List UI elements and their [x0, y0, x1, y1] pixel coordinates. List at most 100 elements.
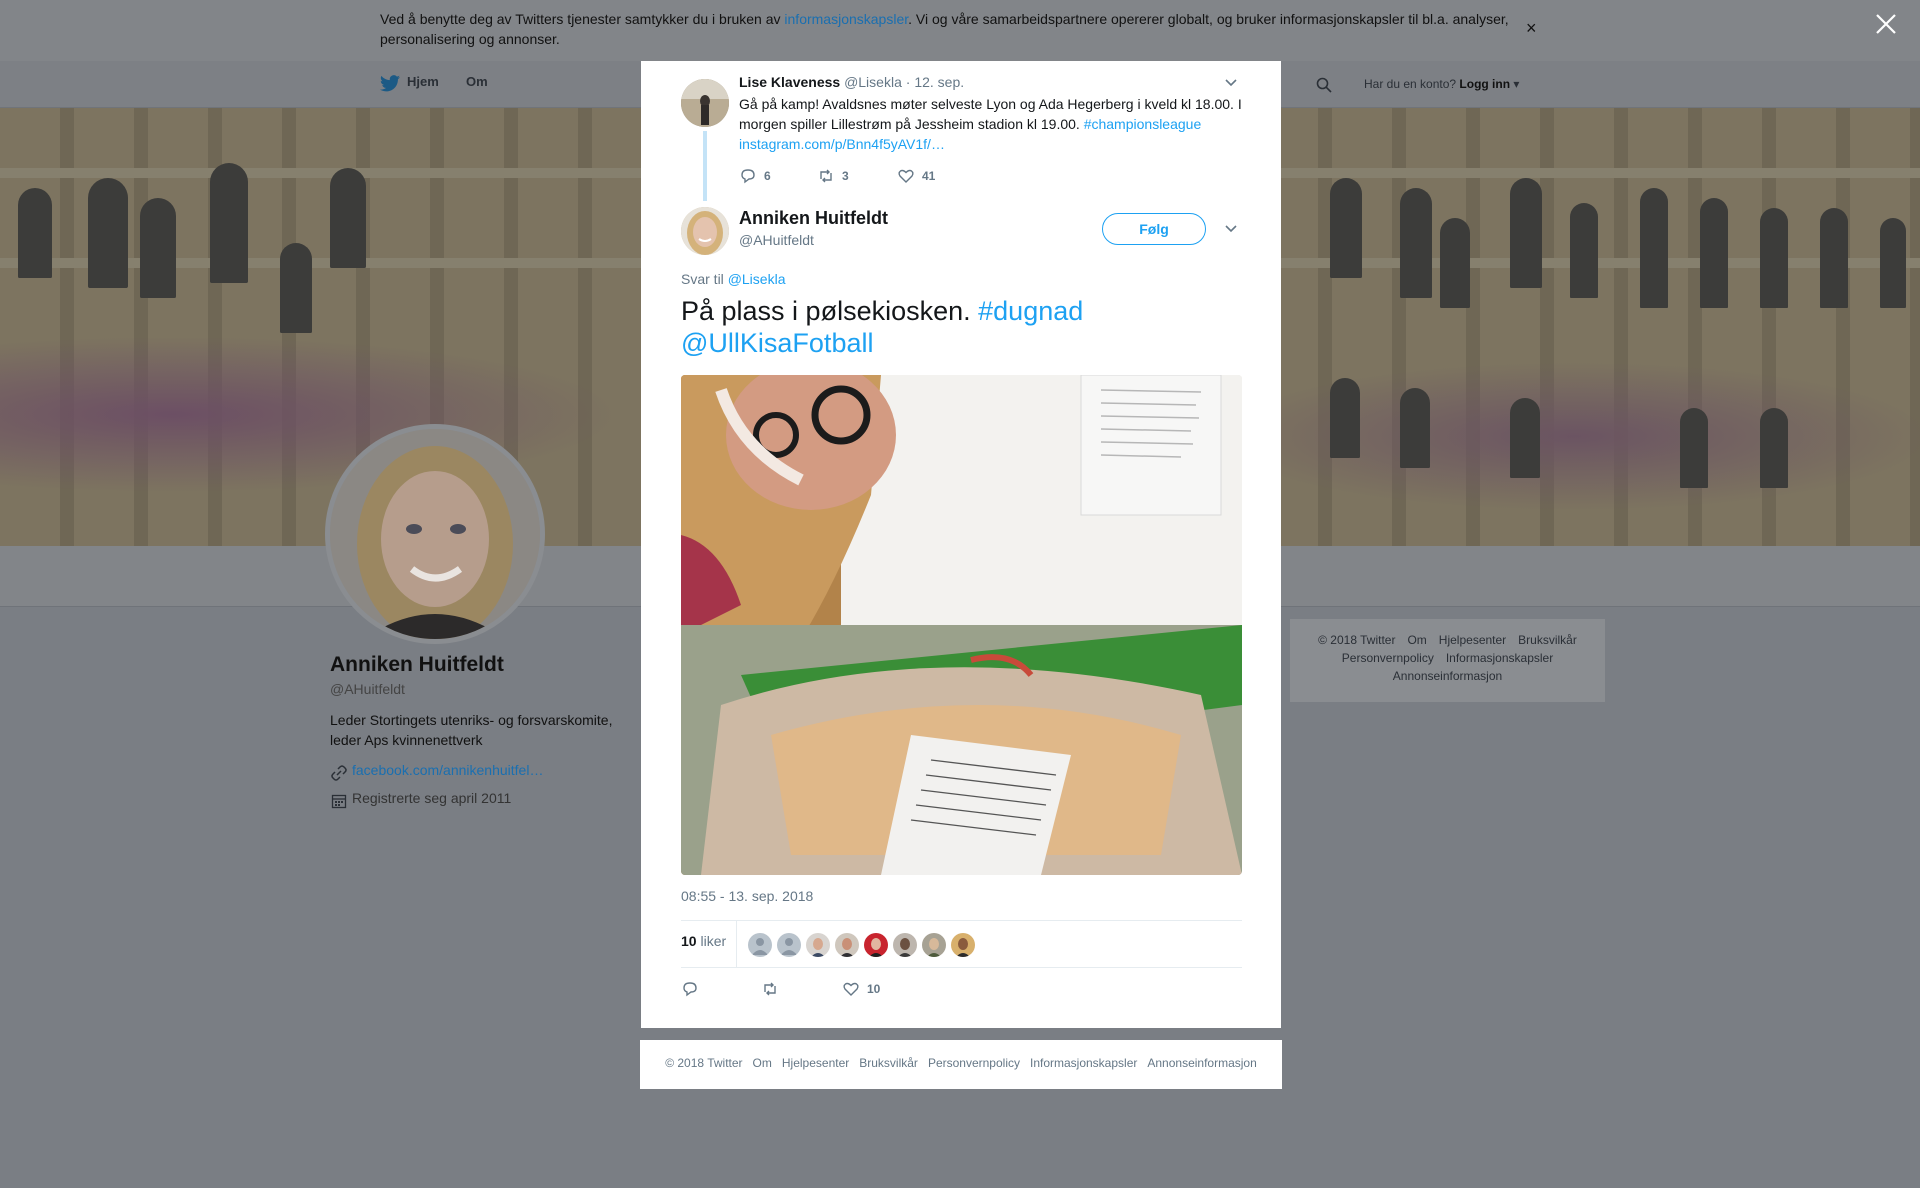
- banner-window: [18, 188, 52, 278]
- nav-about[interactable]: Om: [466, 74, 488, 89]
- banner-window: [1760, 208, 1788, 308]
- banner-window: [88, 178, 128, 288]
- liker-avatar[interactable]: [835, 933, 859, 957]
- login-prompt: Har du en konto? Logg inn ▾: [1364, 77, 1519, 91]
- parent-tweet-avatar[interactable]: [681, 79, 729, 127]
- banner-window: [1680, 408, 1708, 488]
- tweet-text: På plass i pølsekiosken. #dugnad @UllKis…: [681, 295, 1241, 359]
- banner-window: [210, 163, 248, 283]
- cookie-close-button[interactable]: ×: [1526, 18, 1537, 39]
- reply-button[interactable]: 6: [739, 166, 771, 186]
- footer-link-ads-info[interactable]: Annonseinformasjon: [1393, 669, 1502, 683]
- reply-button[interactable]: [681, 979, 699, 999]
- avatar-photo: [869, 938, 883, 957]
- tweet-photo-image: [681, 375, 1242, 875]
- profile-bio: Leder Stortingets utenriks- og forsvarsk…: [330, 712, 613, 748]
- tweet-actions: 10: [681, 979, 981, 999]
- tweet-author-handle[interactable]: @AHuitfeldt: [739, 232, 814, 248]
- likes-stat-count: 10: [681, 933, 697, 949]
- retweet-button[interactable]: 3: [817, 166, 849, 186]
- modal-footer: © 2018 Twitter Om Hjelpesenter Bruksvilkår P…: [640, 1040, 1282, 1089]
- tweet-author-avatar[interactable]: [681, 207, 729, 255]
- profile-name: Anniken Huitfeldt: [330, 653, 504, 676]
- search-icon[interactable]: [1316, 77, 1332, 93]
- instagram-link[interactable]: instagram.com/p/Bnn4f5yAV1f/…: [739, 136, 945, 152]
- parent-author-name[interactable]: Lise Klaveness: [739, 74, 840, 90]
- footer-link-privacy[interactable]: Personvernpolicy: [928, 1056, 1020, 1070]
- banner-window: [1440, 218, 1470, 308]
- footer-link-about[interactable]: Om: [1407, 633, 1426, 647]
- chevron-down-icon[interactable]: [1224, 75, 1238, 89]
- hashtag-link[interactable]: #championsleague: [1084, 116, 1202, 132]
- liker-avatar[interactable]: [951, 933, 975, 957]
- parent-author-handle[interactable]: @Lisekla: [844, 74, 902, 90]
- retweet-icon: [764, 982, 776, 996]
- profile-avatar[interactable]: [325, 424, 545, 644]
- retweet-button[interactable]: [761, 979, 779, 999]
- footer-link-help[interactable]: Hjelpesenter: [1439, 633, 1506, 647]
- heart-icon: [898, 169, 914, 183]
- likes-stat[interactable]: 10 liker: [681, 933, 726, 949]
- reply-icon: [741, 169, 755, 184]
- twitter-bird-icon[interactable]: [380, 75, 400, 92]
- banner-window: [1700, 198, 1728, 308]
- banner-window: [1330, 378, 1360, 458]
- banner-window: [1510, 398, 1540, 478]
- footer-link-terms[interactable]: Bruksvilkår: [1518, 633, 1577, 647]
- liker-avatar[interactable]: [748, 933, 772, 957]
- mention-link[interactable]: @UllKisaFotball: [681, 328, 873, 358]
- avatar-photo: [840, 938, 854, 957]
- liker-avatar[interactable]: [864, 933, 888, 957]
- reply-to-handle[interactable]: @Lisekla: [728, 271, 786, 287]
- banner-window: [280, 243, 312, 333]
- liker-avatar[interactable]: [777, 933, 801, 957]
- footer-link-ads-info[interactable]: Annonseinformasjon: [1147, 1056, 1256, 1070]
- tweet-photo[interactable]: [681, 375, 1242, 875]
- avatar-photo: [898, 938, 912, 957]
- footer-link-about[interactable]: Om: [753, 1056, 772, 1070]
- login-question: Har du en konto?: [1364, 77, 1457, 91]
- default-avatar-icon: [752, 938, 768, 955]
- reply-to-prefix: Svar til: [681, 271, 728, 287]
- hashtag-link[interactable]: #dugnad: [978, 296, 1083, 326]
- parent-tweet-date[interactable]: 12. sep.: [914, 74, 964, 90]
- tweet-timestamp[interactable]: 08:55 - 13. sep. 2018: [681, 888, 813, 904]
- banner-window: [1820, 208, 1848, 308]
- cookie-text-before: Ved å benytte deg av Twitters tjenester …: [380, 11, 785, 27]
- tweet-author-name[interactable]: Anniken Huitfeldt: [739, 208, 888, 229]
- side-footer: © 2018 Twitter Om Hjelpesenter Bruksvilkår …: [1290, 619, 1605, 702]
- cookie-link[interactable]: informasjonskapsler: [784, 11, 908, 27]
- banner-window: [140, 198, 176, 298]
- footer-link-privacy[interactable]: Personvernpolicy: [1342, 651, 1434, 665]
- like-button[interactable]: 41: [897, 166, 935, 186]
- link-icon: [331, 765, 347, 781]
- login-link[interactable]: Logg inn: [1459, 77, 1510, 91]
- thread-connector: [703, 131, 707, 201]
- reply-count: 6: [764, 169, 771, 183]
- liker-avatar[interactable]: [893, 933, 917, 957]
- avatar-photo: [681, 79, 729, 127]
- banner-window: [330, 168, 366, 268]
- liker-avatar[interactable]: [922, 933, 946, 957]
- divider: [681, 967, 1242, 968]
- parent-tweet-header: Lise Klaveness @Lisekla · 12. sep.: [739, 74, 964, 90]
- footer-link-help[interactable]: Hjelpesenter: [782, 1056, 849, 1070]
- banner-window: [1760, 408, 1788, 488]
- footer-link-terms[interactable]: Bruksvilkår: [859, 1056, 918, 1070]
- separator: ·: [905, 74, 911, 90]
- default-avatar-icon: [781, 938, 797, 955]
- profile-website-link[interactable]: facebook.com/annikenhuitfel…: [352, 762, 543, 778]
- follow-button[interactable]: Følg: [1102, 213, 1206, 245]
- profile-handle: @AHuitfeldt: [330, 681, 405, 697]
- close-icon[interactable]: [1874, 12, 1898, 36]
- footer-link-cookies[interactable]: Informasjonskapsler: [1446, 651, 1553, 665]
- chevron-down-icon[interactable]: [1224, 221, 1238, 235]
- like-count: 10: [867, 982, 881, 996]
- footer-link-cookies[interactable]: Informasjonskapsler: [1030, 1056, 1137, 1070]
- footer-copyright: © 2018 Twitter: [665, 1056, 743, 1070]
- cookie-banner: Ved å benytte deg av Twitters tjenester …: [0, 0, 1920, 61]
- liker-avatar[interactable]: [806, 933, 830, 957]
- nav-home[interactable]: Hjem: [407, 74, 439, 89]
- like-button[interactable]: 10: [842, 979, 880, 999]
- retweet-icon: [820, 169, 832, 183]
